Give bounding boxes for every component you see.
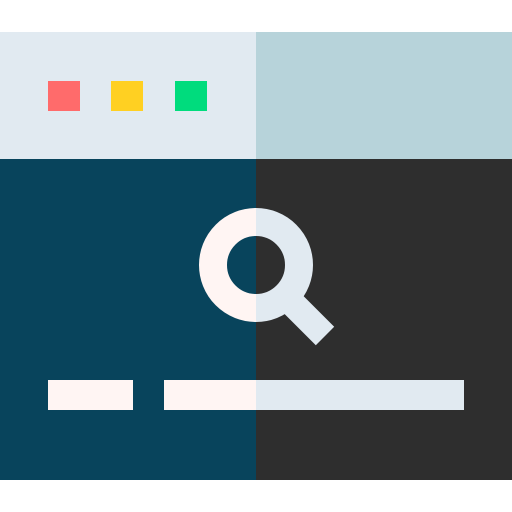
text-line-short xyxy=(48,380,133,410)
browser-search-icon xyxy=(0,0,512,512)
browser-window xyxy=(0,32,512,480)
magnifier-icon xyxy=(199,208,335,346)
text-line-long xyxy=(164,380,464,410)
